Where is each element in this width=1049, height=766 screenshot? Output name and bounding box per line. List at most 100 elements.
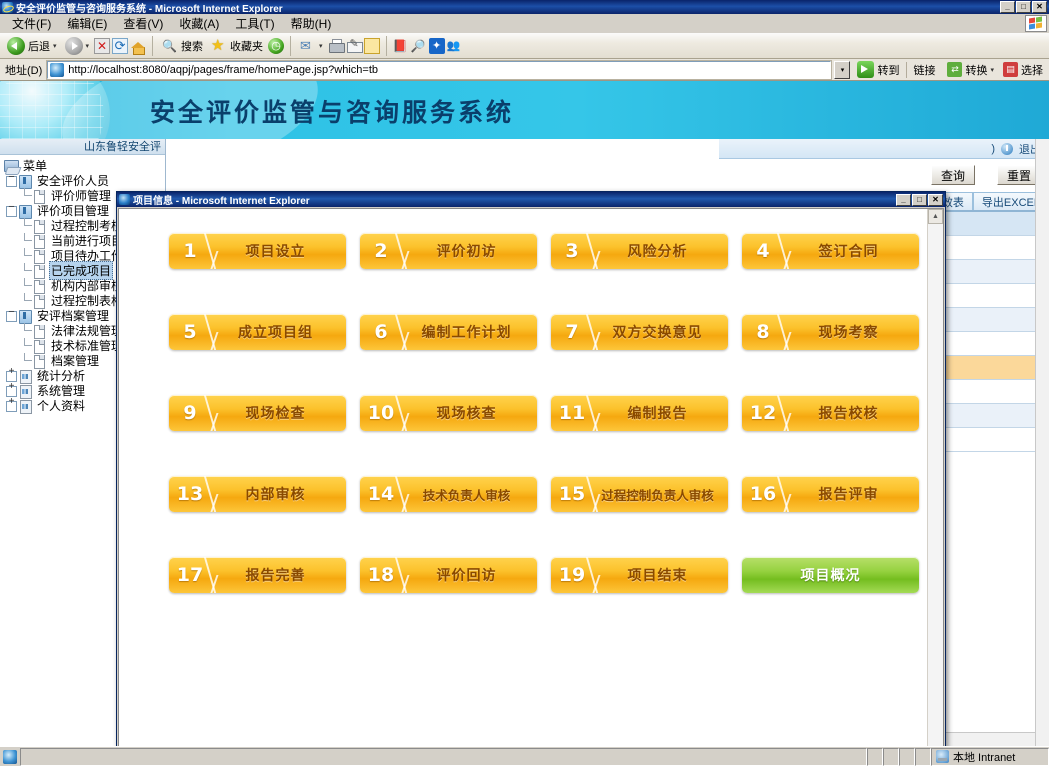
security-zone[interactable]: 本地 Intranet <box>931 748 1049 766</box>
chart-icon <box>18 369 33 383</box>
step-number: 11 <box>551 402 593 424</box>
workflow-step-button-17[interactable]: 17报告完善 <box>169 557 346 593</box>
forward-dropdown-icon[interactable]: ▾ <box>86 42 90 50</box>
close-button[interactable]: ✕ <box>1032 1 1047 13</box>
maximize-button[interactable]: □ <box>1016 1 1031 13</box>
workflow-step-button-13[interactable]: 13内部审核 <box>169 476 346 512</box>
workflow-step-button-8[interactable]: 8现场考察 <box>742 314 919 350</box>
refresh-icon[interactable] <box>112 38 128 54</box>
folder-icon <box>18 309 33 323</box>
workflow-step-button-19[interactable]: 19项目结束 <box>551 557 728 593</box>
dialog-scrollbar[interactable]: ▲ ▼ <box>927 209 943 746</box>
expand-toggle-icon[interactable] <box>4 398 18 413</box>
page-icon <box>32 354 47 368</box>
step-number: 19 <box>551 564 593 586</box>
step-label: 成立项目组 <box>211 322 346 342</box>
collapse-toggle-icon[interactable] <box>4 203 18 218</box>
menu-favorites[interactable]: 收藏(A) <box>171 14 227 33</box>
dialog-close-button[interactable]: ✕ <box>928 194 943 206</box>
workflow-step-button-2[interactable]: 2评价初访 <box>360 233 537 269</box>
tree-line <box>18 263 32 278</box>
collapse-toggle-icon[interactable] <box>4 308 18 323</box>
workflow-step-button-5[interactable]: 5成立项目组 <box>169 314 346 350</box>
step-number: 14 <box>360 483 402 505</box>
step-number: 13 <box>169 483 211 505</box>
workflow-step-button-12[interactable]: 12报告校核 <box>742 395 919 431</box>
menu-tools[interactable]: 工具(T) <box>227 14 282 33</box>
minimize-button[interactable]: _ <box>1000 1 1015 13</box>
workflow-step-button-4[interactable]: 4签订合同 <box>742 233 919 269</box>
userbar-paren: ) <box>991 143 995 155</box>
favorites-add-icon[interactable] <box>393 38 409 54</box>
menu-file[interactable]: 文件(F) <box>4 14 59 33</box>
tree-line <box>18 248 32 263</box>
page-icon <box>32 264 47 278</box>
favorites-button[interactable]: 收藏夹 <box>208 37 266 55</box>
messenger-icon[interactable] <box>447 38 463 54</box>
workflow-step-button-18[interactable]: 18评价回访 <box>360 557 537 593</box>
workflow-step-button-7[interactable]: 7双方交换意见 <box>551 314 728 350</box>
chart-icon <box>18 384 33 398</box>
workflow-step-button-6[interactable]: 6编制工作计划 <box>360 314 537 350</box>
search-button[interactable]: 搜索 <box>159 37 206 55</box>
stop-icon[interactable] <box>94 38 110 54</box>
step-number: 4 <box>742 240 784 262</box>
query-button[interactable]: 查询 <box>931 165 975 185</box>
step-label: 签订合同 <box>784 241 919 261</box>
collapse-toggle-icon[interactable] <box>4 173 18 188</box>
links-button[interactable]: 链接 <box>906 62 941 78</box>
step-label: 报告校核 <box>784 403 919 423</box>
go-button[interactable]: 转到 <box>853 61 903 78</box>
security-zone-label: 本地 Intranet <box>953 749 1015 765</box>
workflow-step-button-14[interactable]: 14技术负责人审核 <box>360 476 537 512</box>
toolbar-separator-3 <box>386 36 387 56</box>
dialog-scroll-up-icon[interactable]: ▲ <box>928 209 943 224</box>
dialog-minimize-button[interactable]: _ <box>896 194 911 206</box>
workflow-step-button-16[interactable]: 16报告评审 <box>742 476 919 512</box>
workflow-step-button-15[interactable]: 15过程控制负责人审核 <box>551 476 728 512</box>
star-icon <box>211 38 227 54</box>
workflow-step-button-3[interactable]: 3风险分析 <box>551 233 728 269</box>
address-input[interactable]: http://localhost:8080/aqpj/pages/frame/h… <box>47 61 831 79</box>
sidebar-item-0[interactable]: 安全评价人员 <box>2 173 165 188</box>
select-button[interactable]: 选择 <box>1000 62 1046 78</box>
address-label: 地址(D) <box>3 62 44 78</box>
convert-dropdown-icon[interactable]: ▾ <box>990 66 994 74</box>
select-icon <box>1003 62 1018 77</box>
browser-toolbar: 后退 ▾ ▾ 搜索 收藏夹 ▾ <box>0 33 1049 59</box>
page-vertical-scrollbar[interactable] <box>1035 139 1049 746</box>
favorites-label: 收藏夹 <box>230 38 263 54</box>
print-icon[interactable] <box>328 38 344 54</box>
magnifier-icon[interactable] <box>411 38 427 54</box>
page-icon <box>32 249 47 263</box>
address-dropdown-button[interactable]: ▾ <box>834 61 850 79</box>
folder-icon <box>18 174 33 188</box>
menu-help[interactable]: 帮助(H) <box>283 14 340 33</box>
menubar: 文件(F) 编辑(E) 查看(V) 收藏(A) 工具(T) 帮助(H) <box>0 14 1049 33</box>
tree-root-menu[interactable]: 菜单 <box>2 158 165 173</box>
bluetooth-icon[interactable] <box>429 38 445 54</box>
dialog-maximize-button[interactable]: □ <box>912 194 927 206</box>
step-label: 双方交换意见 <box>593 322 728 342</box>
menu-view[interactable]: 查看(V) <box>115 14 171 33</box>
workflow-step-button-9[interactable]: 9现场检查 <box>169 395 346 431</box>
dialog-body: 1项目设立 2评价初访 3风险分析 4签订合同 5成立项目组 6编制工作计划 7双方交换意见… <box>118 208 944 746</box>
workflow-step-button-10[interactable]: 10现场核查 <box>360 395 537 431</box>
mail-button[interactable]: ▾ <box>297 37 326 55</box>
home-icon[interactable] <box>130 38 146 54</box>
step-number: 9 <box>169 402 211 424</box>
back-button[interactable]: 后退 ▾ <box>4 36 60 56</box>
toolbar-separator <box>152 36 153 56</box>
workflow-step-button-11[interactable]: 11编制报告 <box>551 395 728 431</box>
workflow-step-button-20[interactable]: 项目概况 <box>742 557 919 593</box>
edit-icon[interactable] <box>346 38 362 54</box>
mail-dropdown-icon[interactable]: ▾ <box>319 42 323 50</box>
workflow-step-button-1[interactable]: 1项目设立 <box>169 233 346 269</box>
forward-button[interactable]: ▾ <box>62 36 93 56</box>
notes-icon[interactable] <box>364 38 380 54</box>
convert-button[interactable]: 转换 ▾ <box>944 62 997 78</box>
menu-edit[interactable]: 编辑(E) <box>59 14 115 33</box>
sidebar-item-label: 个人资料 <box>35 397 87 414</box>
history-icon[interactable] <box>268 38 284 54</box>
back-dropdown-icon[interactable]: ▾ <box>53 42 57 50</box>
